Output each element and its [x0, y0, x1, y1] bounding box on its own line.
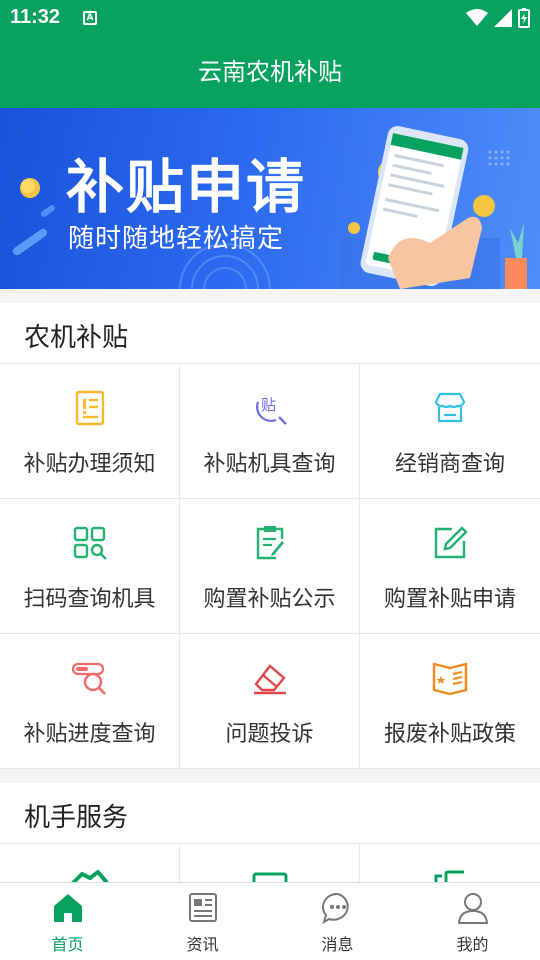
grid-item-purchase-notice[interactable]: 购置补贴公示 [180, 499, 360, 634]
policy-book-icon [432, 662, 468, 696]
store-icon [434, 392, 466, 423]
tab-label: 首页 [51, 935, 84, 954]
svg-text:贴: 贴 [261, 396, 276, 414]
clipboard-edit-icon [256, 526, 284, 560]
battery-icon [518, 8, 530, 28]
progress-search-icon [72, 662, 106, 695]
edit-square-icon [434, 526, 468, 559]
tab-messages[interactable]: 消息 [270, 883, 405, 960]
grid-item-label: 经销商查询 [394, 452, 505, 477]
page-title: 云南农机补贴 [198, 58, 342, 86]
notice-document-icon [75, 390, 105, 426]
home-icon [53, 894, 82, 922]
grid-item-subsidy-machine-search[interactable]: 贴 补贴机具查询 [180, 364, 360, 499]
status-icons [466, 8, 530, 28]
grid-item-label: 补贴进度查询 [23, 722, 156, 747]
grid-item-scan-machine[interactable]: 扫码查询机具 [0, 499, 180, 634]
status-time: 11:32 [10, 6, 61, 28]
scan-grid-icon [73, 526, 107, 560]
grid-item-progress-search[interactable]: 补贴进度查询 [0, 634, 180, 769]
grid-item-label: 报废补贴政策 [383, 722, 516, 747]
transfer-icon[interactable] [432, 870, 468, 882]
news-icon [188, 893, 217, 922]
grid-item-scrap-policy[interactable]: 报废补贴政策 [360, 634, 540, 769]
handshake-icon[interactable] [70, 870, 110, 882]
banner[interactable]: 补贴申请 随时随地轻松搞定 [0, 108, 540, 289]
section-title: 机手服务 [24, 803, 129, 833]
banner-title: 补贴申请 [66, 153, 307, 221]
grid-item-label: 补贴机具查询 [203, 452, 336, 477]
eraser-icon [254, 664, 286, 695]
section-farm-subsidy: 农机补贴 补贴办理须知 贴 补贴机具查询 经销商查询 扫码查询机具 购置补贴公示… [0, 303, 540, 769]
divider [359, 844, 360, 882]
signal-icon [494, 9, 512, 27]
grid-item-subsidy-notice[interactable]: 补贴办理须知 [0, 364, 180, 499]
wifi-icon [466, 9, 488, 26]
tab-news[interactable]: 资讯 [135, 883, 270, 960]
grid-item-complaint[interactable]: 问题投诉 [180, 634, 360, 769]
user-icon [457, 893, 488, 924]
message-icon [321, 892, 349, 925]
tab-label: 我的 [456, 935, 489, 954]
grid-item-dealer-search[interactable]: 经销商查询 [360, 364, 540, 499]
app-bar: 云南农机补贴 [0, 36, 540, 108]
banner-subtitle: 随时随地轻松搞定 [68, 224, 285, 254]
grid-item-label: 补贴办理须知 [23, 452, 156, 477]
tab-home[interactable]: 首页 [0, 883, 135, 960]
bottom-tab-bar: 首页 资讯 消息 我的 [0, 882, 540, 960]
grid-item-label: 问题投诉 [225, 722, 314, 747]
grid-item-label: 扫码查询机具 [23, 587, 156, 612]
grid-item-label: 购置补贴申请 [383, 587, 516, 612]
grid-item-label: 购置补贴公示 [203, 587, 336, 612]
tab-label: 消息 [321, 935, 354, 954]
card-icon[interactable] [252, 872, 288, 882]
tab-label: 资讯 [186, 935, 219, 954]
divider [179, 844, 180, 882]
service-grid-partial [0, 843, 540, 882]
section-title: 农机补贴 [24, 323, 129, 353]
grid-item-purchase-apply[interactable]: 购置补贴申请 [360, 499, 540, 634]
service-grid: 补贴办理须知 贴 补贴机具查询 经销商查询 扫码查询机具 购置补贴公示 购置补贴… [0, 363, 540, 769]
status-bar: 11:32 A [0, 0, 540, 36]
notification-icon: A [83, 11, 97, 25]
section-operator-service: 机手服务 [0, 783, 540, 882]
subsidy-search-icon: 贴 [256, 396, 287, 425]
tab-profile[interactable]: 我的 [405, 883, 540, 960]
